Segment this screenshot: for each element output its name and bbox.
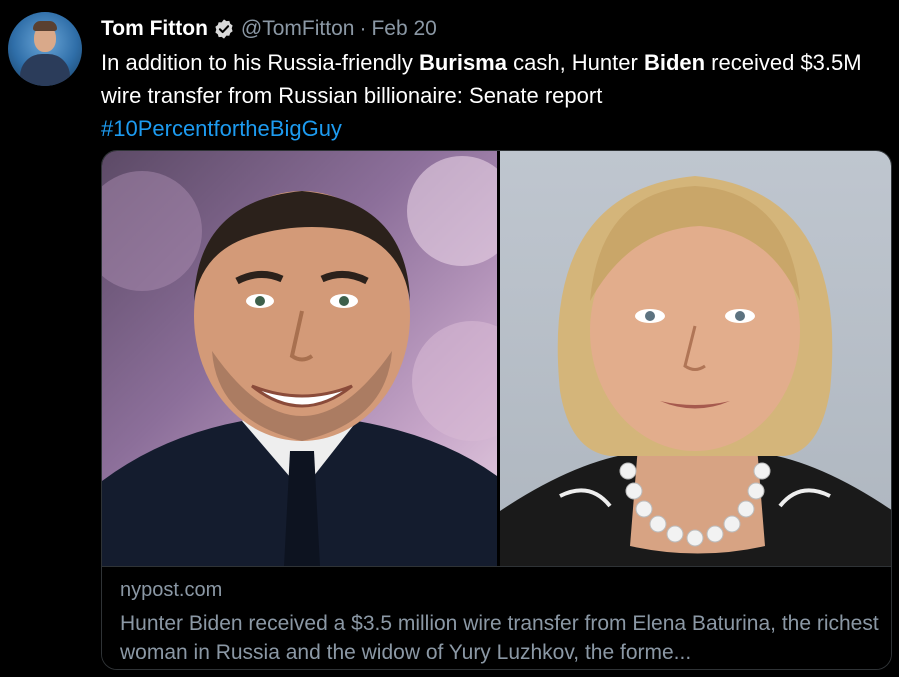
- card-image-woman: [500, 151, 891, 566]
- author-handle[interactable]: @TomFitton: [241, 17, 355, 41]
- tweet[interactable]: Tom Fitton @TomFitton · Feb 20 In additi…: [0, 0, 899, 677]
- hashtag-link[interactable]: #10PercentfortheBigGuy: [101, 112, 881, 145]
- card-link-info[interactable]: nypost.com Hunter Biden received a $3.5 …: [102, 566, 891, 669]
- card-domain: nypost.com: [120, 579, 223, 601]
- card-description: Hunter Biden received a $3.5 million wir…: [120, 612, 879, 664]
- avatar-hair-shape: [33, 21, 57, 31]
- verified-badge-icon: [213, 18, 235, 40]
- author-name[interactable]: Tom Fitton: [101, 17, 208, 41]
- tweet-text-segment: cash, Hunter: [506, 50, 644, 75]
- tweet-text: In addition to his Russia-friendly Buris…: [101, 46, 881, 145]
- avatar-body-shape: [20, 54, 70, 86]
- link-card[interactable]: nypost.com Hunter Biden received a $3.5 …: [101, 150, 892, 670]
- tweet-text-bold-segment: Burisma: [418, 50, 507, 75]
- tweet-date[interactable]: Feb 20: [371, 17, 436, 41]
- header-separator: ·: [359, 17, 367, 40]
- tweet-header: Tom Fitton @TomFitton · Feb 20: [101, 14, 437, 44]
- avatar[interactable]: [8, 12, 82, 86]
- tweet-text-segment: In addition to his Russia-friendly: [101, 50, 419, 75]
- tweet-text-bold-segment: Biden: [643, 50, 706, 75]
- card-image-man: [102, 151, 497, 566]
